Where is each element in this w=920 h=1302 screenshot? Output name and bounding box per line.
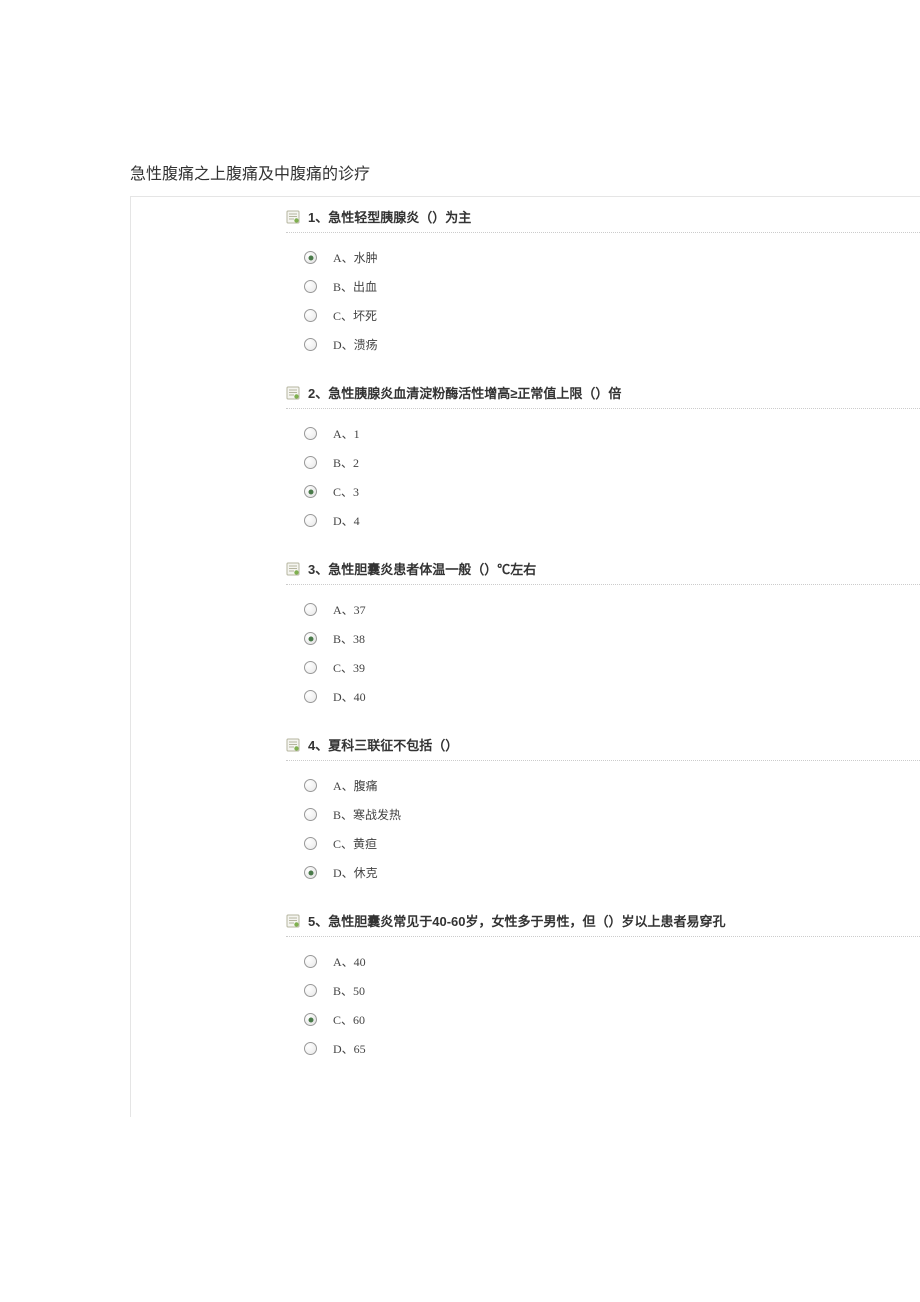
option-row[interactable]: A、水肿 — [304, 243, 920, 272]
option-text: A、腹痛 — [333, 777, 378, 794]
option-text: D、40 — [333, 688, 366, 705]
option-text: A、40 — [333, 953, 366, 970]
option-text: D、溃疡 — [333, 336, 378, 353]
question-title: 4、夏科三联征不包括（） — [308, 735, 458, 754]
option-row[interactable]: C、黄疸 — [304, 829, 920, 858]
option-text: C、39 — [333, 659, 365, 676]
option-text: B、50 — [333, 982, 365, 999]
option-row[interactable]: D、溃疡 — [304, 330, 920, 359]
option-row[interactable]: C、坏死 — [304, 301, 920, 330]
question-block: 2、急性胰腺炎血清淀粉酶活性增高≥正常值上限（）倍 A、1 B、2 C、3 D、4 — [131, 383, 920, 535]
option-text: B、38 — [333, 630, 365, 647]
option-text: C、黄疸 — [333, 835, 377, 852]
option-row[interactable]: C、60 — [304, 1005, 920, 1034]
radio-icon[interactable] — [304, 1042, 317, 1055]
quiz-container: 1、急性轻型胰腺炎（）为主 A、水肿 B、出血 C、坏死 D、溃疡 2、急性胰腺炎血清淀粉… — [130, 196, 920, 1117]
radio-icon[interactable] — [304, 632, 317, 645]
question-header: 3、急性胆囊炎患者体温一般（）℃左右 — [286, 559, 920, 585]
option-row[interactable]: A、腹痛 — [304, 771, 920, 800]
option-text: D、4 — [333, 512, 360, 529]
option-row[interactable]: D、40 — [304, 682, 920, 711]
radio-icon[interactable] — [304, 779, 317, 792]
question-block: 1、急性轻型胰腺炎（）为主 A、水肿 B、出血 C、坏死 D、溃疡 — [131, 207, 920, 359]
option-row[interactable]: B、2 — [304, 448, 920, 477]
question-block: 4、夏科三联征不包括（） A、腹痛 B、寒战发热 C、黄疸 D、休克 — [131, 735, 920, 887]
list-icon — [286, 914, 300, 928]
option-text: C、坏死 — [333, 307, 377, 324]
radio-icon[interactable] — [304, 661, 317, 674]
options-list: A、1 B、2 C、3 D、4 — [286, 419, 920, 535]
radio-icon[interactable] — [304, 338, 317, 351]
page-title: 急性腹痛之上腹痛及中腹痛的诊疗 — [0, 160, 920, 196]
list-icon — [286, 386, 300, 400]
radio-icon[interactable] — [304, 690, 317, 703]
option-text: D、休克 — [333, 864, 378, 881]
radio-icon[interactable] — [304, 251, 317, 264]
radio-icon[interactable] — [304, 514, 317, 527]
option-row[interactable]: B、寒战发热 — [304, 800, 920, 829]
question-header: 5、急性胆囊炎常见于40-60岁，女性多于男性，但（）岁以上患者易穿孔 — [286, 911, 920, 937]
option-text: A、37 — [333, 601, 366, 618]
option-row[interactable]: C、39 — [304, 653, 920, 682]
question-title: 5、急性胆囊炎常见于40-60岁，女性多于男性，但（）岁以上患者易穿孔 — [308, 911, 725, 930]
question-header: 2、急性胰腺炎血清淀粉酶活性增高≥正常值上限（）倍 — [286, 383, 920, 409]
list-icon — [286, 210, 300, 224]
option-text: B、2 — [333, 454, 359, 471]
radio-icon[interactable] — [304, 837, 317, 850]
option-text: C、3 — [333, 483, 359, 500]
option-text: A、水肿 — [333, 249, 378, 266]
radio-icon[interactable] — [304, 427, 317, 440]
question-block: 5、急性胆囊炎常见于40-60岁，女性多于男性，但（）岁以上患者易穿孔 A、40 B… — [131, 911, 920, 1063]
radio-icon[interactable] — [304, 309, 317, 322]
options-list: A、37 B、38 C、39 D、40 — [286, 595, 920, 711]
option-row[interactable]: B、38 — [304, 624, 920, 653]
option-text: A、1 — [333, 425, 360, 442]
question-header: 4、夏科三联征不包括（） — [286, 735, 920, 761]
radio-icon[interactable] — [304, 984, 317, 997]
option-row[interactable]: A、40 — [304, 947, 920, 976]
option-text: D、65 — [333, 1040, 366, 1057]
radio-icon[interactable] — [304, 456, 317, 469]
question-header: 1、急性轻型胰腺炎（）为主 — [286, 207, 920, 233]
options-list: A、40 B、50 C、60 D、65 — [286, 947, 920, 1063]
radio-icon[interactable] — [304, 485, 317, 498]
question-title: 3、急性胆囊炎患者体温一般（）℃左右 — [308, 559, 536, 578]
radio-icon[interactable] — [304, 866, 317, 879]
radio-icon[interactable] — [304, 808, 317, 821]
question-title: 2、急性胰腺炎血清淀粉酶活性增高≥正常值上限（）倍 — [308, 383, 621, 402]
option-row[interactable]: D、65 — [304, 1034, 920, 1063]
option-row[interactable]: B、出血 — [304, 272, 920, 301]
radio-icon[interactable] — [304, 603, 317, 616]
list-icon — [286, 738, 300, 752]
list-icon — [286, 562, 300, 576]
question-title: 1、急性轻型胰腺炎（）为主 — [308, 207, 471, 226]
option-row[interactable]: D、休克 — [304, 858, 920, 887]
option-text: B、出血 — [333, 278, 377, 295]
option-row[interactable]: A、1 — [304, 419, 920, 448]
option-row[interactable]: B、50 — [304, 976, 920, 1005]
radio-icon[interactable] — [304, 955, 317, 968]
radio-icon[interactable] — [304, 280, 317, 293]
option-text: C、60 — [333, 1011, 365, 1028]
radio-icon[interactable] — [304, 1013, 317, 1026]
option-row[interactable]: A、37 — [304, 595, 920, 624]
option-row[interactable]: D、4 — [304, 506, 920, 535]
options-list: A、腹痛 B、寒战发热 C、黄疸 D、休克 — [286, 771, 920, 887]
options-list: A、水肿 B、出血 C、坏死 D、溃疡 — [286, 243, 920, 359]
option-text: B、寒战发热 — [333, 806, 401, 823]
question-block: 3、急性胆囊炎患者体温一般（）℃左右 A、37 B、38 C、39 D、40 — [131, 559, 920, 711]
option-row[interactable]: C、3 — [304, 477, 920, 506]
